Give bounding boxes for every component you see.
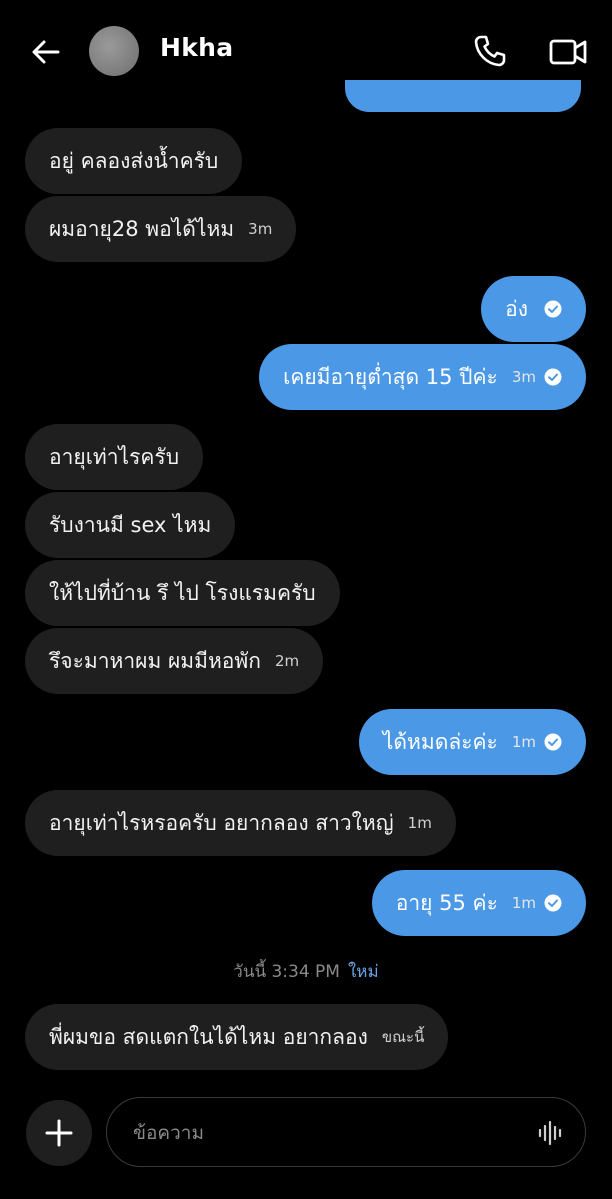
message-text: อ่ง [505, 296, 528, 321]
new-label: ใหม่ [347, 962, 379, 982]
partial-outgoing-bubble [345, 80, 581, 112]
date-separator: วันนี้ 3:34 PM ใหม่ [0, 958, 612, 985]
message-text: รับงานมี sex ไหม [49, 512, 212, 537]
message-outgoing[interactable]: ได้หมดล่ะค่ะ 1m [358, 709, 586, 775]
message-text: รึจะมาหาผม ผมมีหอพัก [49, 648, 261, 673]
check-circle-icon [544, 894, 562, 912]
phone-icon[interactable] [472, 33, 508, 69]
message-outgoing[interactable]: อ่ง [481, 276, 586, 342]
message-time: 3m [511, 368, 536, 386]
message-text: พี่ผมขอ สดแตกในได้ไหม อยากลอง [49, 1024, 368, 1049]
check-circle-icon [544, 733, 562, 751]
video-camera-icon[interactable] [548, 36, 588, 68]
message-outgoing[interactable]: เคยมีอายุต่ำสุด 15 ปีค่ะ 3m [259, 344, 586, 410]
message-time: 1m [511, 733, 536, 751]
contact-name[interactable]: Hkha [160, 33, 233, 62]
message-time: ขณะนี้ [381, 1028, 425, 1046]
message-incoming[interactable]: ผมอายุ28 พอได้ไหม 3m [25, 196, 297, 262]
message-input[interactable] [131, 1116, 515, 1150]
message-incoming[interactable]: อยู่ คลองส่งน้ำครับ [25, 128, 243, 194]
message-text: อยู่ คลองส่งน้ำครับ [49, 148, 219, 173]
message-incoming[interactable]: พี่ผมขอ สดแตกในได้ไหม อยากลอง ขณะนี้ [25, 1004, 449, 1070]
timestamp-text: วันนี้ 3:34 PM [233, 962, 340, 982]
message-text: ให้ไปที่บ้าน รึ ไป โรงแรมครับ [49, 580, 316, 605]
check-circle-icon [544, 368, 562, 386]
message-composer [106, 1097, 586, 1167]
message-text: อายุเท่าไรหรอครับ อยากลอง สาวใหญ่ [49, 810, 394, 835]
message-time: 3m [248, 220, 273, 238]
back-arrow-icon[interactable] [28, 34, 64, 70]
message-incoming[interactable]: รึจะมาหาผม ผมมีหอพัก 2m [25, 628, 324, 694]
message-outgoing[interactable]: อายุ 55 ค่ะ 1m [371, 870, 586, 936]
add-attachment-button[interactable] [26, 1100, 92, 1166]
message-incoming[interactable]: อายุเท่าไรหรอครับ อยากลอง สาวใหญ่ 1m [25, 790, 456, 856]
message-text: อายุ 55 ค่ะ [395, 890, 498, 915]
plus-icon [45, 1119, 73, 1147]
message-incoming[interactable]: รับงานมี sex ไหม [25, 492, 236, 558]
message-time: 1m [511, 894, 536, 912]
message-text: ผมอายุ28 พอได้ไหม [49, 216, 235, 241]
avatar[interactable] [89, 26, 139, 76]
message-text: เคยมีอายุต่ำสุด 15 ปีค่ะ [283, 364, 498, 389]
message-incoming[interactable]: ให้ไปที่บ้าน รึ ไป โรงแรมครับ [25, 560, 340, 626]
message-incoming[interactable]: อายุเท่าไรครับ [25, 424, 204, 490]
message-time: 2m [274, 652, 300, 670]
message-text: อายุเท่าไรครับ [49, 444, 180, 469]
voice-waveform-icon[interactable] [537, 1120, 563, 1146]
message-text: ได้หมดล่ะค่ะ [382, 729, 498, 754]
check-circle-icon [544, 300, 562, 318]
message-time: 1m [407, 814, 432, 832]
